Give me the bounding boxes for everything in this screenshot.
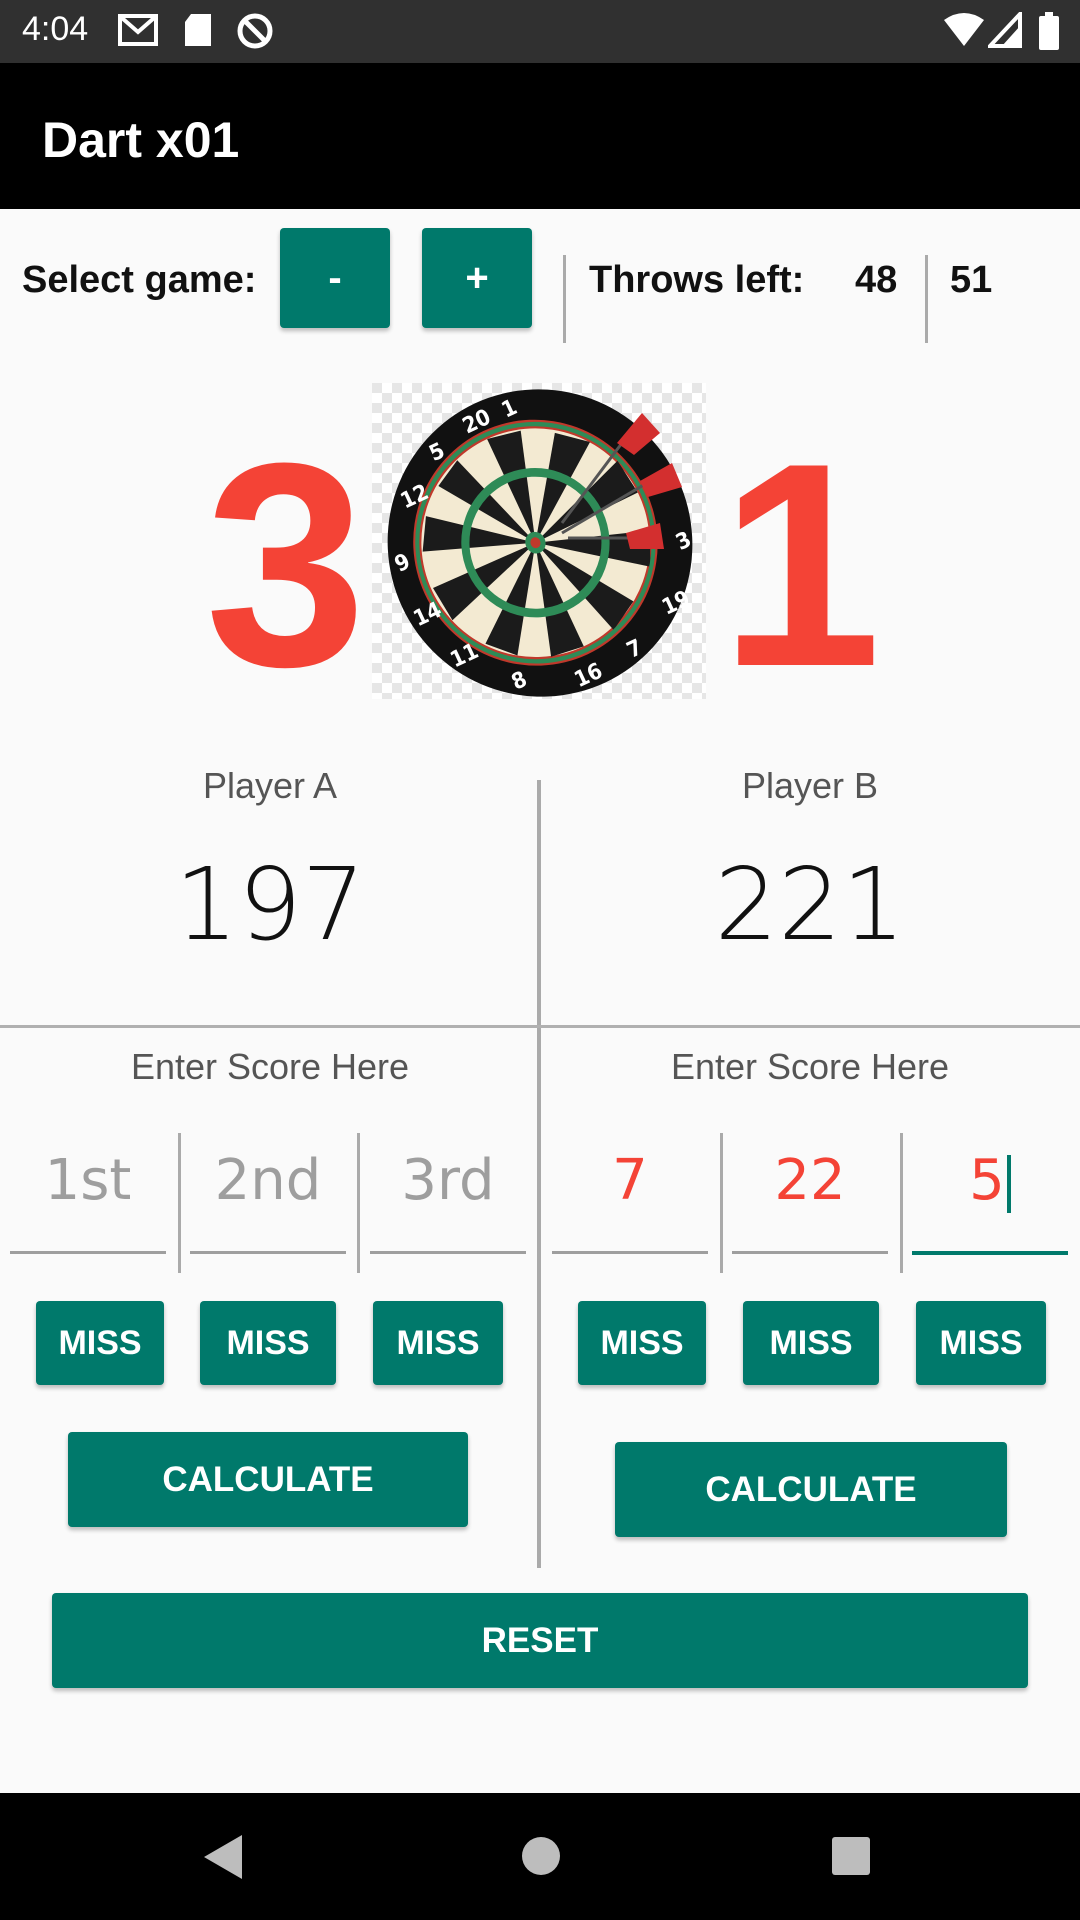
player-a-dart3-miss-button[interactable]: MISS — [373, 1301, 503, 1385]
input-value: 22 — [774, 1148, 846, 1213]
signal-icon — [985, 8, 1022, 53]
reset-label: RESET — [481, 1620, 599, 1660]
player-b-dart1-input[interactable]: 7 — [552, 1148, 708, 1218]
section-divider — [0, 1025, 1080, 1028]
player-b-calculate-button[interactable]: CALCULATE — [615, 1442, 1007, 1537]
calculate-label: CALCULATE — [705, 1469, 917, 1509]
player-a-enter-label: Enter Score Here — [130, 1046, 410, 1087]
player-divider — [537, 780, 541, 1568]
player-b-dart3-miss-button[interactable]: MISS — [916, 1301, 1046, 1385]
battery-icon — [1038, 12, 1060, 55]
input-underline — [10, 1251, 166, 1254]
calculate-label: CALCULATE — [162, 1459, 374, 1499]
input-underline — [732, 1251, 888, 1254]
player-b-enter-label: Enter Score Here — [670, 1046, 950, 1087]
miss-label: MISS — [396, 1323, 480, 1362]
player-a-dart2-input[interactable]: 2nd — [190, 1148, 346, 1218]
recents-icon[interactable] — [830, 1835, 872, 1882]
throws-left-player-b: 51 — [950, 259, 993, 301]
game-digit-left: 3 — [205, 403, 367, 727]
throws-left-label: Throws left: — [589, 259, 805, 301]
back-icon[interactable] — [200, 1833, 246, 1886]
player-a-name: Player A — [202, 765, 338, 806]
home-icon[interactable] — [520, 1835, 562, 1882]
text-cursor — [1006, 1154, 1011, 1213]
player-b-dart1-miss-button[interactable]: MISS — [578, 1301, 706, 1385]
status-time: 4:04 — [22, 10, 89, 48]
reset-button[interactable]: RESET — [52, 1593, 1028, 1688]
divider — [563, 255, 566, 343]
player-a-dart1-miss-button[interactable]: MISS — [36, 1301, 164, 1385]
navigation-bar — [0, 1793, 1080, 1920]
wifi-icon — [942, 12, 986, 53]
player-b-dart3-input[interactable]: 5 — [912, 1148, 1068, 1218]
divider — [900, 1133, 903, 1273]
gmail-icon — [118, 12, 158, 53]
divider — [925, 255, 928, 343]
divider — [178, 1133, 181, 1273]
input-value: 5 — [969, 1148, 1005, 1213]
placeholder: 2nd — [214, 1148, 322, 1213]
player-a-dart1-input[interactable]: 1st — [10, 1148, 166, 1218]
dartboard-image: 20 1 5 12 9 14 11 8 16 7 19 3 — [372, 383, 706, 699]
divider — [720, 1133, 723, 1273]
input-underline — [370, 1251, 526, 1254]
no-disturb-icon — [236, 12, 274, 55]
player-b-name: Player B — [741, 765, 879, 806]
placeholder: 1st — [44, 1148, 132, 1213]
placeholder: 3rd — [401, 1148, 495, 1213]
input-underline — [190, 1251, 346, 1254]
increase-game-button[interactable]: + — [422, 228, 532, 328]
decrease-game-button[interactable]: - — [280, 228, 390, 328]
app-bar: Dart x01 — [0, 63, 1080, 209]
app-title: Dart x01 — [42, 112, 240, 168]
miss-label: MISS — [769, 1323, 853, 1362]
miss-label: MISS — [600, 1323, 684, 1362]
input-value: 7 — [612, 1148, 648, 1213]
player-a-score: 197 — [174, 846, 366, 963]
select-game-label: Select game: — [22, 259, 257, 301]
throws-left-player-a: 48 — [855, 259, 898, 301]
player-a-dart2-miss-button[interactable]: MISS — [200, 1301, 336, 1385]
player-b-dart2-miss-button[interactable]: MISS — [743, 1301, 879, 1385]
miss-label: MISS — [226, 1323, 310, 1362]
status-bar: 4:04 — [0, 0, 1080, 63]
increase-game-label: + — [465, 255, 489, 300]
player-a-dart3-input[interactable]: 3rd — [370, 1148, 526, 1218]
miss-label: MISS — [939, 1323, 1023, 1362]
game-digit-right: 1 — [720, 403, 882, 727]
input-underline-focused — [912, 1251, 1068, 1255]
player-b-score: 221 — [714, 846, 906, 963]
input-underline — [552, 1251, 708, 1254]
player-b-dart2-input[interactable]: 22 — [732, 1148, 888, 1218]
divider — [357, 1133, 360, 1273]
player-a-calculate-button[interactable]: CALCULATE — [68, 1432, 468, 1527]
miss-label: MISS — [58, 1323, 142, 1362]
decrease-game-label: - — [328, 255, 342, 300]
sd-card-icon — [183, 12, 213, 53]
